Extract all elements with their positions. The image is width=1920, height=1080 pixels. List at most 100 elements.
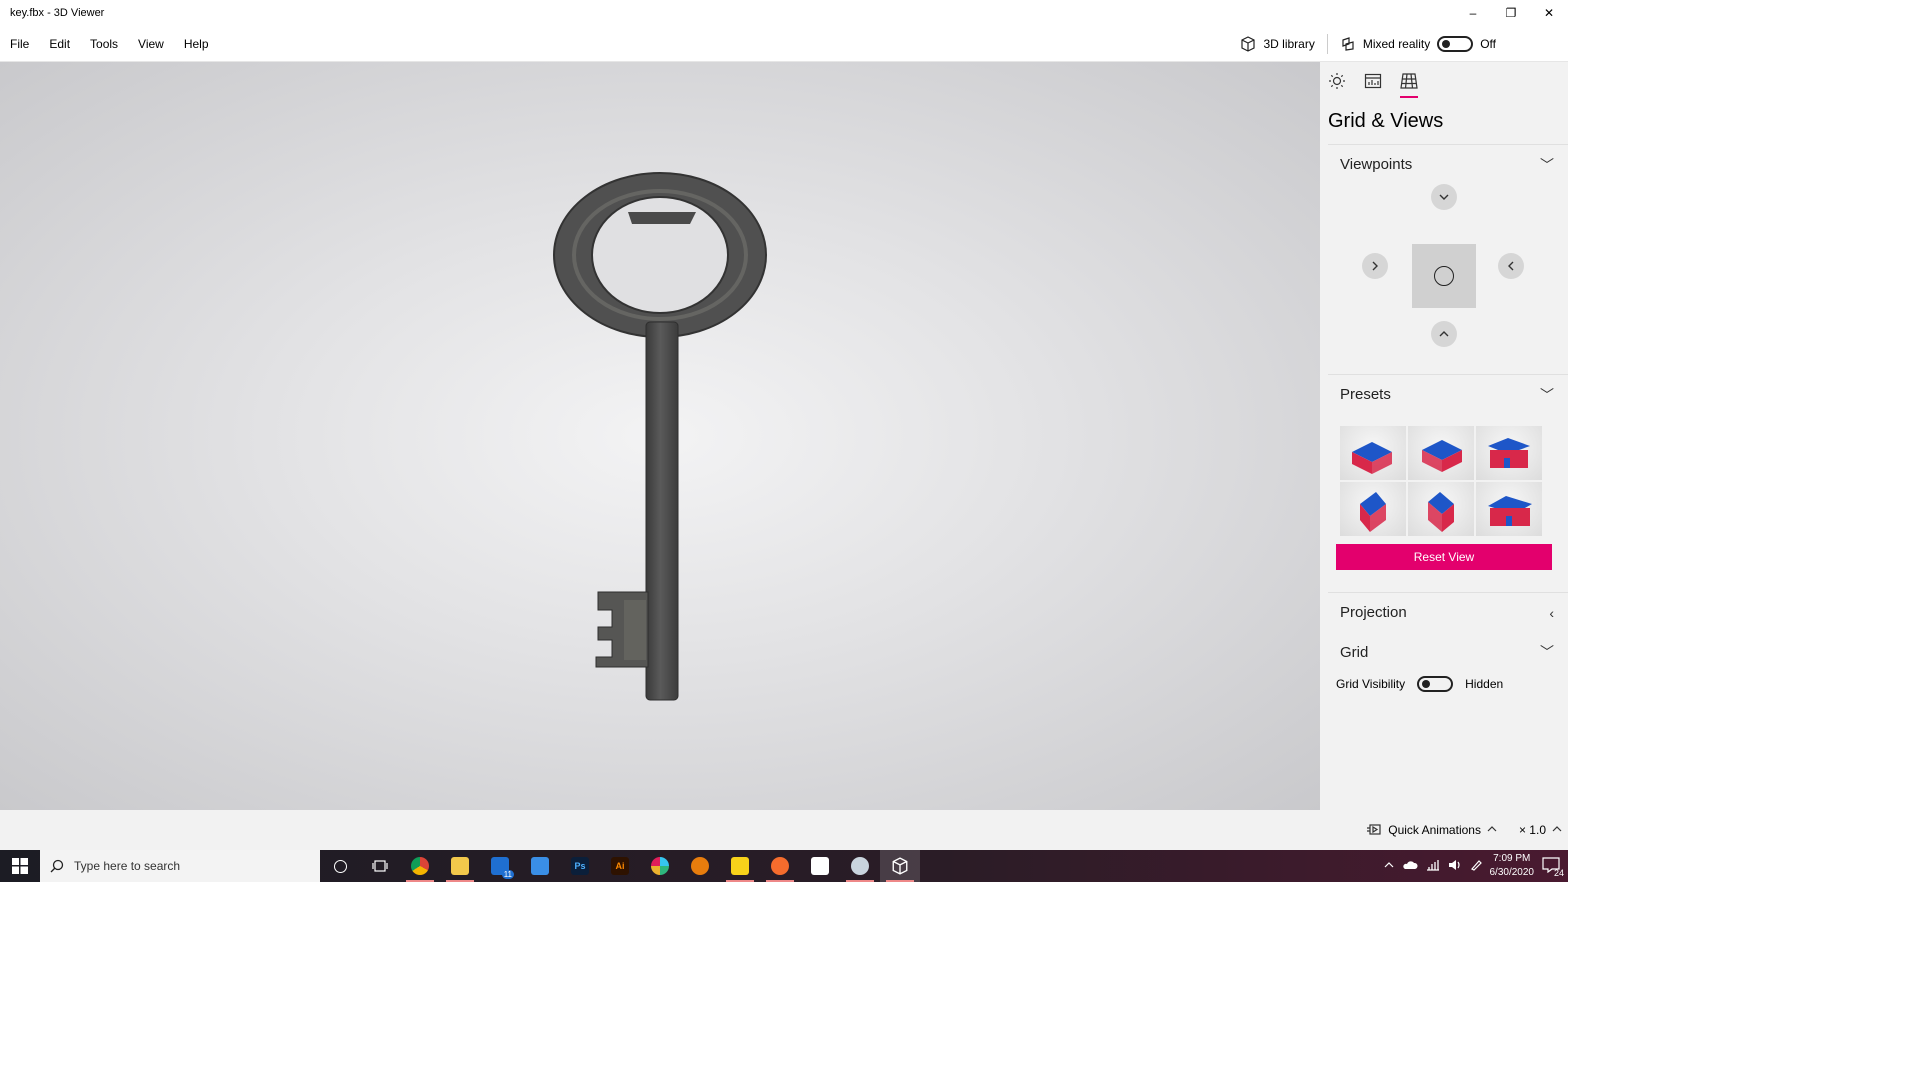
system-tray: 7:09 PM 6/30/2020 24 (1384, 852, 1569, 880)
volume-icon[interactable] (1448, 859, 1462, 874)
grid-visibility-toggle[interactable] (1417, 676, 1454, 692)
chevron-down-icon: ﹀ (1540, 644, 1554, 660)
stats-tab[interactable] (1364, 72, 1382, 94)
task-view-button[interactable] (360, 850, 400, 882)
panel-gap (1320, 570, 1568, 592)
mixed-reality-icon (1340, 36, 1356, 52)
reset-view-button[interactable]: Reset View (1336, 544, 1552, 570)
calendar-taskbar-button[interactable] (520, 850, 560, 882)
view-top-button[interactable] (1431, 184, 1457, 210)
3d-viewer-icon (892, 857, 908, 875)
explorer-taskbar-button[interactable] (440, 850, 480, 882)
projection-header[interactable]: Projection ‹ (1328, 592, 1568, 632)
grid-icon (1400, 73, 1418, 89)
chrome-icon (411, 857, 429, 875)
slack-taskbar-button[interactable] (640, 850, 680, 882)
menu-tools[interactable]: Tools (80, 26, 128, 62)
start-button[interactable] (0, 850, 40, 882)
folder-icon (451, 857, 469, 875)
stats-icon (1364, 73, 1382, 89)
photoshop-taskbar-button[interactable]: Ps (560, 850, 600, 882)
3d-viewer-taskbar-button[interactable] (880, 850, 920, 882)
grid-label: Grid (1340, 643, 1369, 661)
preset-view-2[interactable] (1408, 426, 1474, 480)
viewpoints-header[interactable]: Viewpoints ﹀ (1328, 144, 1568, 184)
mixed-reality-toggle[interactable] (1437, 35, 1474, 52)
preset-view-5[interactable] (1408, 482, 1474, 536)
chevron-left-icon: ‹ (1549, 604, 1554, 621)
network-icon[interactable] (1426, 859, 1440, 874)
presets-header[interactable]: Presets ﹀ (1328, 374, 1568, 414)
grid-visibility-row: Grid Visibility Hidden (1320, 672, 1568, 696)
origin-taskbar-button[interactable] (760, 850, 800, 882)
chevron-up-icon (1439, 331, 1449, 337)
view-right-button[interactable] (1498, 253, 1524, 279)
taskbar: Type here to search 11 Ps Ai 7:09 PM 6/3… (0, 850, 1568, 882)
origin-icon (771, 857, 789, 875)
chrome-taskbar-button[interactable] (400, 850, 440, 882)
menu-view[interactable]: View (128, 26, 174, 62)
minimize-button[interactable]: – (1454, 0, 1492, 26)
animation-icon (1366, 822, 1382, 839)
sticky-notes-icon (731, 857, 749, 875)
paint-taskbar-button[interactable] (840, 850, 880, 882)
chevron-up-icon[interactable] (1487, 823, 1497, 837)
calendar-icon (531, 857, 549, 875)
key-model[interactable] (540, 162, 780, 722)
quick-animations-button[interactable]: Quick Animations (1388, 823, 1481, 837)
slack-icon (651, 857, 669, 875)
view-bottom-button[interactable] (1431, 321, 1457, 347)
menu-file[interactable]: File (0, 26, 39, 62)
chevron-up-icon[interactable] (1552, 823, 1562, 837)
close-button[interactable]: ✕ (1530, 0, 1568, 26)
status-bar: Quick Animations × 1.0 (0, 810, 1568, 850)
view-front-button[interactable] (1412, 244, 1476, 308)
title-bar: key.fbx - 3D Viewer – ❐ ✕ (0, 0, 1568, 26)
mixed-reality-label: Mixed reality (1362, 36, 1431, 51)
mail-taskbar-button[interactable]: 11 (480, 850, 520, 882)
illustrator-taskbar-button[interactable]: Ai (600, 850, 640, 882)
preset-view-1[interactable] (1340, 426, 1406, 480)
chevron-down-icon: ﹀ (1540, 386, 1554, 403)
preset-view-6[interactable] (1476, 482, 1542, 536)
house-preset-icon (1422, 440, 1462, 472)
sticky-notes-taskbar-button[interactable] (720, 850, 760, 882)
house-preset-icon (1428, 492, 1454, 532)
mail-badge: 11 (501, 870, 514, 879)
taskbar-search[interactable]: Type here to search (40, 850, 320, 882)
preset-view-3[interactable] (1476, 426, 1542, 480)
paint-icon (851, 857, 869, 875)
tray-overflow-icon[interactable] (1384, 860, 1394, 873)
chevron-left-icon (1508, 261, 1514, 271)
maximize-button[interactable]: ❐ (1492, 0, 1530, 26)
mixed-reality-control[interactable]: Mixed reality Off (1328, 35, 1508, 52)
panel-title: Grid & Views (1328, 110, 1444, 132)
action-center-button[interactable]: 24 (1542, 856, 1564, 878)
lighting-tab[interactable] (1328, 72, 1346, 94)
pen-icon[interactable] (1470, 859, 1482, 874)
clock[interactable]: 7:09 PM 6/30/2020 (1490, 852, 1535, 880)
preset-view-4[interactable] (1340, 482, 1406, 536)
grid-header[interactable]: Grid ﹀ (1328, 632, 1568, 672)
house-preset-icon (1488, 438, 1530, 468)
menu-help[interactable]: Help (174, 26, 219, 62)
3d-viewport[interactable] (0, 62, 1320, 810)
mixed-reality-state: Off (1480, 36, 1496, 51)
circle-icon (1434, 266, 1454, 286)
chevron-right-icon (1372, 261, 1378, 271)
house-preset-icon (1488, 496, 1532, 526)
unity-taskbar-button[interactable] (800, 850, 840, 882)
grid-visibility-label: Grid Visibility (1336, 677, 1406, 691)
view-left-button[interactable] (1362, 253, 1388, 279)
3d-library-button[interactable]: 3D library (1228, 35, 1326, 52)
menu-edit[interactable]: Edit (39, 26, 80, 62)
speed-value[interactable]: × 1.0 (1519, 823, 1546, 837)
blender-taskbar-button[interactable] (680, 850, 720, 882)
house-preset-icon (1360, 492, 1386, 532)
photoshop-icon: Ps (571, 857, 589, 875)
grid-views-tab[interactable] (1400, 72, 1418, 98)
cortana-button[interactable] (320, 850, 360, 882)
onedrive-icon[interactable] (1402, 860, 1418, 873)
house-preset-icon (1352, 442, 1392, 474)
cortana-icon (333, 859, 347, 873)
